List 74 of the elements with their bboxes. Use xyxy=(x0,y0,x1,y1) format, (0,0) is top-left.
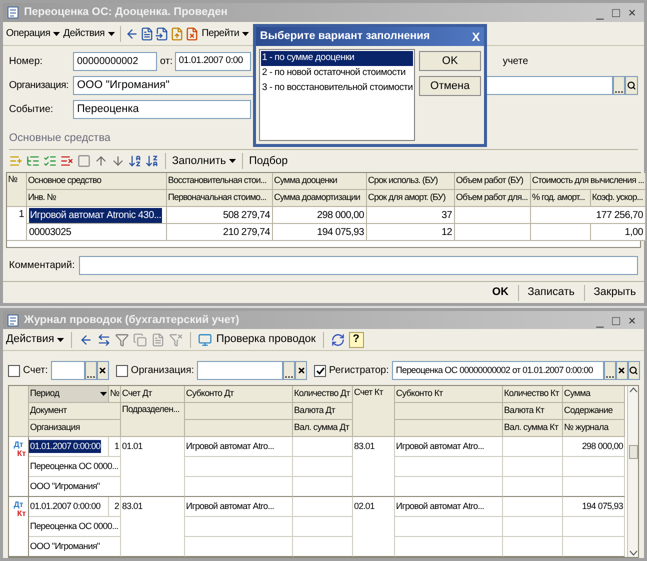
column-header: Организация xyxy=(29,420,121,437)
table-cell: 37 xyxy=(367,207,455,224)
table-cell: Переоценка ОС 0000... xyxy=(29,517,121,537)
filter-label: Организация: xyxy=(130,364,194,378)
table-cell: Игровой автомат Atro... xyxy=(395,497,503,517)
window-title: Журнал проводок (бухгалтерский учет) xyxy=(24,312,240,328)
column-header: Вал. сумма Дт xyxy=(293,420,353,437)
debit-mark: Дт xyxy=(14,440,24,449)
debit-mark: Дт xyxy=(14,500,24,509)
field-label: Номер: xyxy=(9,55,44,69)
table-cell: Игровой автомат Atro... xyxy=(185,497,293,517)
table-cell: 02.01 xyxy=(353,497,395,557)
table-cell: 210 279,74 xyxy=(167,224,273,241)
table-cell: 177 256,70 xyxy=(531,207,646,224)
field-label: Событие: xyxy=(9,103,54,117)
table-cell: 194 075,93 xyxy=(273,224,367,241)
table-cell: 298 000,00 xyxy=(273,207,367,224)
table-cell: 1 xyxy=(109,437,121,457)
credit-mark: Кт xyxy=(17,449,26,458)
column-header: Основное средство xyxy=(27,173,167,190)
column-header: Срок использ. (БУ) xyxy=(367,173,455,190)
dialog-title: Выберите вариант заполнения xyxy=(260,29,431,44)
field-label: от: xyxy=(160,55,173,69)
column-header: Субконто Дт xyxy=(185,386,293,403)
column-header: Валюта Кт xyxy=(503,403,563,420)
column-header: Количество Дт xyxy=(293,386,353,403)
column-header: Документ xyxy=(29,403,121,420)
column-header: Объем работ для... xyxy=(455,190,531,207)
column-header: Валюта Дт xyxy=(293,403,353,420)
column-header: Подразделен... xyxy=(121,403,185,437)
filter-label: Регистратор: xyxy=(329,364,389,378)
column-header: № журнала xyxy=(563,420,625,437)
section-title: Основные средства xyxy=(9,132,111,144)
table-cell: 1,00 xyxy=(591,224,646,241)
table-cell: 2 xyxy=(109,497,121,517)
column-header: Субконто Кт xyxy=(395,386,503,403)
field-label: Организация: xyxy=(9,79,70,93)
column-header: Сумма дооценки xyxy=(273,173,367,190)
table-cell: 12 xyxy=(367,224,455,241)
column-header: № xyxy=(7,173,27,207)
window-title: Переоценка ОС: Дооценка. Проведен xyxy=(24,5,228,20)
column-header: Счет Кт xyxy=(353,386,395,437)
column-header: Коэф. ускор... xyxy=(591,190,646,207)
table-cell: Переоценка ОС 0000... xyxy=(29,457,121,477)
table-cell: 83.01 xyxy=(121,497,185,557)
column-header: % год. аморт... xyxy=(531,190,591,207)
table-cell: 83.01 xyxy=(353,437,395,497)
column-header: Стоимость для вычисления ... xyxy=(531,173,646,190)
filter-label: Счет: xyxy=(23,364,48,378)
column-header: Первоначальная стоимо... xyxy=(167,190,273,207)
column-header: Счет Дт xyxy=(121,386,185,403)
table-cell: 00003025 xyxy=(27,224,167,241)
column-header: Вал. сумма Кт xyxy=(503,420,563,437)
table-cell: Игровой автомат Atro... xyxy=(185,437,293,457)
column-header: Восстановительная стои... xyxy=(167,173,273,190)
table-cell: 508 279,74 xyxy=(167,207,273,224)
table-cell: 1 xyxy=(7,207,27,241)
table-cell: ООО "Игромания" xyxy=(29,477,121,497)
table-cell: 01.01 xyxy=(121,437,185,497)
column-header: Инв. № xyxy=(27,190,167,207)
column-header: Срок для аморт. (БУ) xyxy=(367,190,455,207)
column-header: Сумма xyxy=(563,386,625,403)
table-cell: 298 000,00 xyxy=(563,437,625,457)
table-cell: Игровой автомат Atro... xyxy=(395,437,503,457)
column-header: Содержание xyxy=(563,403,625,420)
column-header: Количество Кт xyxy=(503,386,563,403)
column-header: Объем работ (БУ) xyxy=(455,173,531,190)
column-header: № xyxy=(109,386,121,403)
credit-mark: Кт xyxy=(17,509,26,518)
column-header: Сумма доамортизации xyxy=(273,190,367,207)
table-cell: 194 075,93 xyxy=(563,497,625,517)
accounting-label: учете xyxy=(502,55,528,69)
table-cell: ООО "Игромания" xyxy=(29,537,121,557)
field-label: Комментарий: xyxy=(9,259,75,273)
